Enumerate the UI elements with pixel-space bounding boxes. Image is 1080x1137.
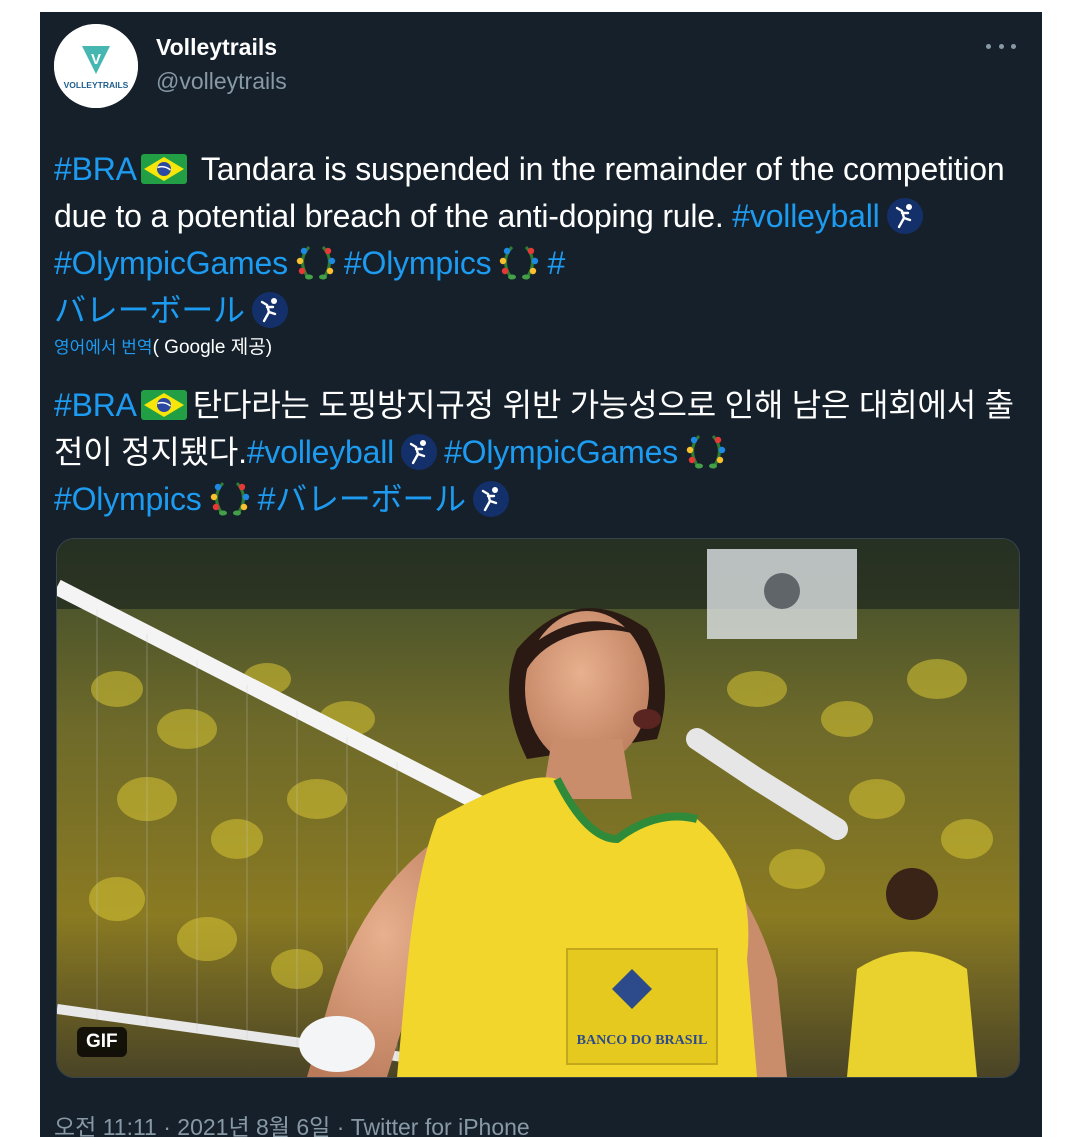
volleyball-icon	[472, 480, 509, 517]
svg-text:BANCO DO BRASIL: BANCO DO BRASIL	[577, 1033, 708, 1048]
volleyball-icon	[886, 197, 923, 234]
brazil-flag-icon	[140, 153, 187, 184]
gif-badge: GIF	[77, 1027, 127, 1057]
tweet-media-gif[interactable]: BANCO DO BRASIL GIF	[56, 538, 1020, 1078]
translation-provider: ( Google 제공)	[152, 337, 273, 358]
hashtag-bra[interactable]: #BRA	[54, 387, 137, 423]
tweet-timestamp[interactable]: 오전 11:11 · 2021년 8월 6일 · Twitter for iPh…	[54, 1108, 530, 1137]
hashtag-jp-volleyball[interactable]: #バレーボール	[258, 481, 467, 517]
svg-text:V: V	[91, 51, 101, 68]
brazil-flag-icon	[140, 389, 187, 420]
translated-from-label[interactable]: 영어에서 번역	[54, 338, 153, 357]
avatar[interactable]: V VOLLEYTRAILS	[54, 24, 138, 108]
olympic-wreath-icon	[500, 245, 539, 280]
hashtag-volleyball[interactable]: #volleyball	[247, 434, 394, 470]
translation-note: 영어에서 번역( Google 제공)	[54, 332, 272, 359]
olympic-wreath-icon	[296, 245, 336, 280]
volleyball-icon	[251, 291, 288, 328]
tweet-text: #BRA Tandara is suspended in the remaind…	[54, 146, 1014, 334]
hashtag-olympics[interactable]: #Olympics	[54, 481, 202, 517]
hashtag-olympicgames[interactable]: #OlympicGames	[54, 245, 288, 281]
translated-text: #BRA 탄다라는 도핑방지규정 위반 가능성으로 인해 남은 대회에서 출전이 …	[54, 382, 1014, 523]
author-display-name[interactable]: Volleytrails	[156, 34, 277, 61]
hashtag-symbol[interactable]: #	[547, 245, 565, 281]
volleyball-icon	[401, 433, 438, 470]
hashtag-volleyball[interactable]: #volleyball	[732, 198, 879, 234]
olympic-wreath-icon	[210, 481, 249, 516]
author-handle[interactable]: @volleytrails	[156, 68, 287, 95]
tweet-card: V VOLLEYTRAILS Volleytrails @volleytrail…	[40, 12, 1042, 1137]
hashtag-jp-volleyball[interactable]: バレーボール	[54, 292, 245, 328]
more-options-icon[interactable]	[986, 40, 1016, 52]
olympic-wreath-icon	[686, 434, 726, 469]
hashtag-olympicgames[interactable]: #OlympicGames	[444, 434, 678, 470]
hashtag-olympics[interactable]: #Olympics	[344, 245, 492, 281]
svg-text:VOLLEYTRAILS: VOLLEYTRAILS	[64, 80, 129, 90]
hashtag-bra[interactable]: #BRA	[54, 151, 137, 187]
